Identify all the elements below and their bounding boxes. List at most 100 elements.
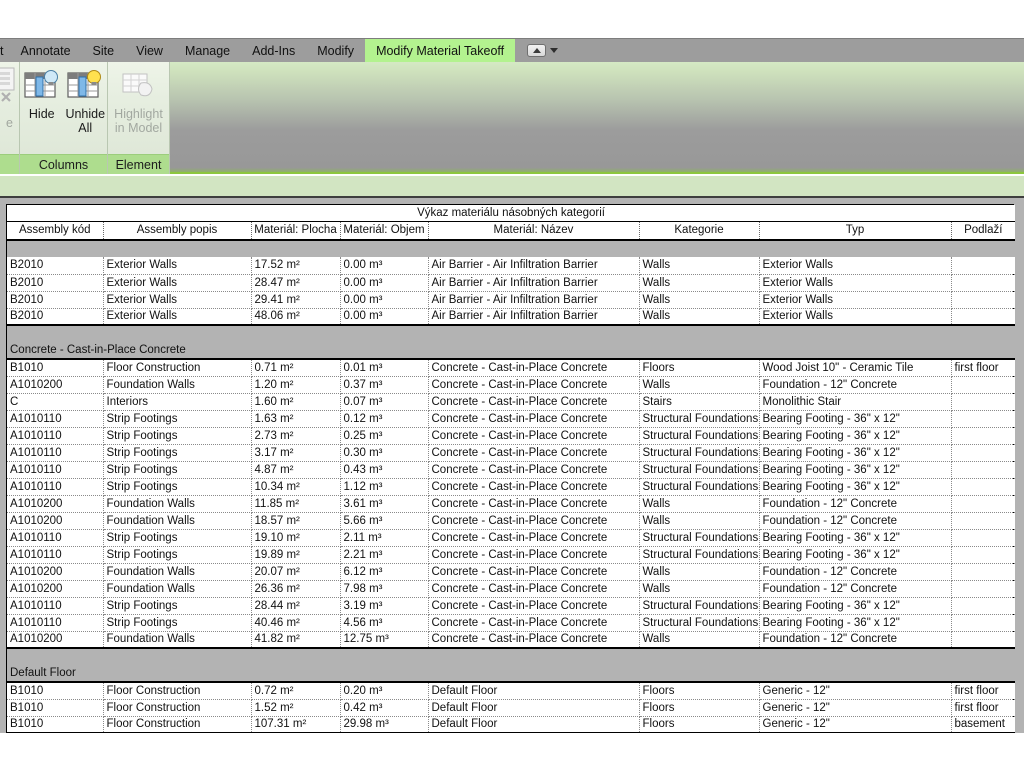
table-cell[interactable]: Walls [639,257,760,275]
table-cell[interactable]: 28.44 m² [251,597,341,615]
table-cell[interactable]: Strip Footings [103,597,252,615]
table-cell[interactable]: B1010 [7,682,104,700]
table-cell[interactable] [951,546,1016,564]
table-cell[interactable] [951,495,1016,513]
table-cell[interactable]: Exterior Walls [759,291,952,309]
ribbon-collapse-icon[interactable] [527,44,547,57]
table-row[interactable]: A1010110 Strip Footings 1.63 m² 0.12 m³ Conc… [7,410,1016,428]
table-cell[interactable]: 1.20 m² [251,376,341,394]
table-cell[interactable]: Walls [639,495,760,513]
table-cell[interactable]: Bearing Footing - 36" x 12" [759,597,952,615]
table-row[interactable]: A1010200 Foundation Walls 18.57 m² 5.66 m³ C… [7,512,1016,530]
table-cell[interactable] [951,478,1016,496]
table-cell[interactable]: Walls [639,631,760,649]
table-cell[interactable]: 0.43 m³ [340,461,429,479]
table-cell[interactable]: B1010 [7,699,104,717]
table-cell[interactable]: 0.01 m³ [340,359,429,377]
column-header[interactable]: Kategorie [639,221,760,241]
table-cell[interactable]: A1010110 [7,478,104,496]
table-cell[interactable]: Structural Foundations [639,614,760,632]
table-cell[interactable]: A1010200 [7,563,104,581]
table-row[interactable]: A1010110 Strip Footings 10.34 m² 1.12 m³ Con… [7,478,1016,496]
table-cell[interactable]: Concrete - Cast-in-Place Concrete [428,597,640,615]
table-cell[interactable]: Strip Footings [103,614,252,632]
table-cell[interactable]: Bearing Footing - 36" x 12" [759,427,952,445]
table-cell[interactable]: Interiors [103,393,252,411]
table-cell[interactable] [951,580,1016,598]
table-cell[interactable]: Foundation - 12" Concrete [759,563,952,581]
table-cell[interactable]: Floors [639,682,760,700]
tab-annotate[interactable]: Annotate [9,39,81,62]
table-cell[interactable]: 18.57 m² [251,512,341,530]
table-cell[interactable]: Strip Footings [103,444,252,462]
table-cell[interactable]: 4.56 m³ [340,614,429,632]
table-cell[interactable]: A1010110 [7,444,104,462]
table-cell[interactable]: 0.00 m³ [340,257,429,275]
column-header[interactable]: Assembly kód [7,221,104,241]
table-cell[interactable]: Generic - 12" [759,716,952,734]
table-cell[interactable]: A1010200 [7,376,104,394]
table-cell[interactable] [951,291,1016,309]
table-cell[interactable]: Structural Foundations [639,410,760,428]
table-cell[interactable]: Concrete - Cast-in-Place Concrete [428,461,640,479]
table-cell[interactable]: B1010 [7,359,104,377]
table-cell[interactable]: 0.42 m³ [340,699,429,717]
table-cell[interactable]: Foundation - 12" Concrete [759,631,952,649]
column-header[interactable]: Materiál: Plocha [251,221,341,241]
table-cell[interactable]: 1.52 m² [251,699,341,717]
table-row[interactable]: B2010 Exterior Walls 29.41 m² 0.00 m³ Air Ba… [7,291,1016,309]
table-cell[interactable]: A1010200 [7,580,104,598]
tab-modify[interactable]: Modify [306,39,365,62]
table-cell[interactable]: Default Floor [428,699,640,717]
tab-view[interactable]: View [125,39,174,62]
table-row[interactable]: B1010 Floor Construction 1.52 m² 0.42 m³ Def… [7,699,1016,717]
table-row[interactable]: C Interiors 1.60 m² 0.07 m³ Concrete - Cast-… [7,393,1016,411]
table-cell[interactable]: Generic - 12" [759,699,952,717]
table-cell[interactable]: C [7,393,104,411]
table-cell[interactable]: Concrete - Cast-in-Place Concrete [428,495,640,513]
table-cell[interactable]: Strip Footings [103,427,252,445]
table-cell[interactable]: Floor Construction [103,716,252,734]
table-cell[interactable]: Foundation - 12" Concrete [759,512,952,530]
table-cell[interactable] [951,597,1016,615]
table-cell[interactable]: 0.30 m³ [340,444,429,462]
tab-project[interactable]: t [0,39,9,62]
table-cell[interactable]: 11.85 m² [251,495,341,513]
table-cell[interactable]: B2010 [7,257,104,275]
table-cell[interactable]: 19.89 m² [251,546,341,564]
table-cell[interactable]: Strip Footings [103,410,252,428]
table-cell[interactable]: 20.07 m² [251,563,341,581]
table-cell[interactable]: 1.12 m³ [340,478,429,496]
table-cell[interactable]: Monolithic Stair [759,393,952,411]
table-cell[interactable]: 2.11 m³ [340,529,429,547]
table-cell[interactable]: 0.00 m³ [340,274,429,292]
table-cell[interactable]: 17.52 m² [251,257,341,275]
table-cell[interactable]: B2010 [7,308,104,326]
table-cell[interactable]: Structural Foundations [639,597,760,615]
table-cell[interactable]: Concrete - Cast-in-Place Concrete [428,631,640,649]
table-cell[interactable]: 0.00 m³ [340,308,429,326]
table-cell[interactable] [951,461,1016,479]
table-cell[interactable]: Structural Foundations [639,546,760,564]
table-row[interactable]: B1010 Floor Construction 0.71 m² 0.01 m³ Con… [7,359,1016,377]
table-cell[interactable]: 0.20 m³ [340,682,429,700]
tab-manage[interactable]: Manage [174,39,241,62]
column-header[interactable]: Materiál: Název [428,221,640,241]
table-cell[interactable]: 2.73 m² [251,427,341,445]
table-cell[interactable]: 2.21 m³ [340,546,429,564]
table-cell[interactable] [951,614,1016,632]
table-cell[interactable]: Strip Footings [103,461,252,479]
table-cell[interactable]: Foundation Walls [103,563,252,581]
table-cell[interactable]: 29.98 m³ [340,716,429,734]
table-cell[interactable] [951,376,1016,394]
table-cell[interactable]: Exterior Walls [103,257,252,275]
table-cell[interactable]: 10.34 m² [251,478,341,496]
table-cell[interactable]: Walls [639,376,760,394]
table-row[interactable]: A1010110 Strip Footings 19.10 m² 2.11 m³ Con… [7,529,1016,547]
table-cell[interactable]: B1010 [7,716,104,734]
tab-site[interactable]: Site [82,39,126,62]
table-cell[interactable]: A1010110 [7,529,104,547]
table-cell[interactable]: Walls [639,274,760,292]
ribbon-button-highlight-in-model[interactable]: Highlight in Model [110,69,168,135]
table-row[interactable]: A1010110 Strip Footings 3.17 m² 0.30 m³ Conc… [7,444,1016,462]
